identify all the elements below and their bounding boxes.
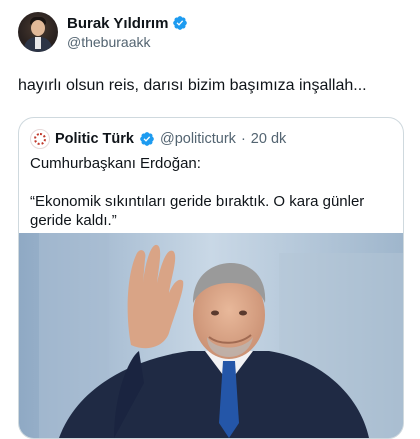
quoted-tweet-photo[interactable] (19, 233, 403, 438)
dot-separator: · (240, 131, 246, 147)
avatar-shirt (35, 37, 41, 49)
quoted-tweet-header: Politic Türk @politicturk · 20 dk (30, 129, 286, 149)
eye (211, 310, 219, 316)
photo-illustration (19, 233, 403, 438)
quoted-author-name[interactable]: Politic Türk (55, 131, 134, 147)
author-handle[interactable]: @theburaakk (67, 34, 188, 50)
author-avatar[interactable] (18, 12, 58, 52)
verified-badge-icon (173, 16, 188, 30)
quoted-tweet[interactable]: Politic Türk @politicturk · 20 dk Cumhur… (18, 117, 404, 439)
quoted-text-quote: “Ekonomik sıkıntıları geride bıraktık. O… (30, 193, 365, 229)
quoted-tweet-time[interactable]: 20 dk (251, 131, 286, 147)
tweet-text: hayırlı olsun reis, darısı bizim başımız… (18, 77, 367, 94)
author-name[interactable]: Burak Yıldırım (67, 15, 168, 32)
quoted-author-avatar[interactable] (30, 129, 50, 149)
quoted-author-handle[interactable]: @politicturk (160, 131, 236, 147)
author-name-row: Burak Yıldırım (67, 13, 188, 33)
eye (239, 310, 247, 316)
quoted-tweet-text: Cumhurbaşkanı Erdoğan: “Ekonomik sıkıntı… (30, 154, 394, 230)
verified-badge-icon (140, 132, 154, 146)
quoted-text-line1: Cumhurbaşkanı Erdoğan: (30, 155, 201, 172)
avatar-face (31, 20, 45, 36)
tweet-author[interactable]: Burak Yıldırım @theburaakk (67, 13, 188, 50)
